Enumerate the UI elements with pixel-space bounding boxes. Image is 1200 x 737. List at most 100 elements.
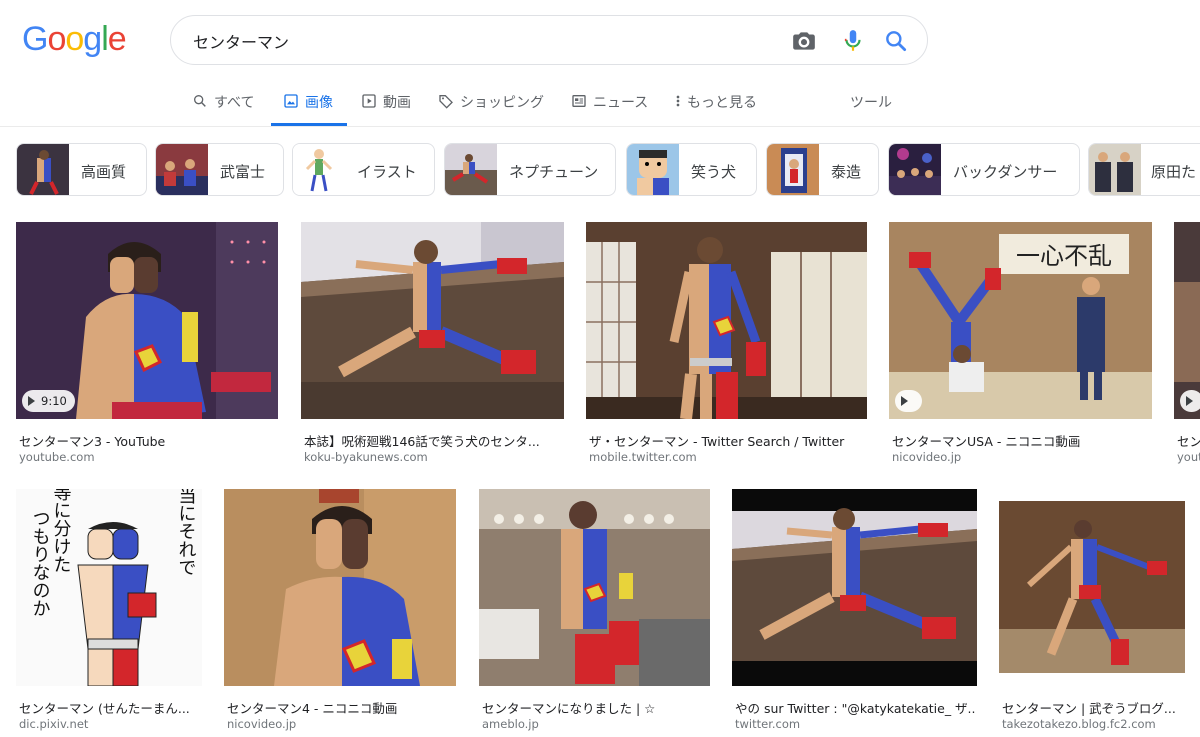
search-icon[interactable]	[883, 28, 909, 54]
logo-letter: g	[83, 20, 102, 58]
video-badge	[895, 390, 922, 412]
play-icon	[901, 396, 908, 406]
chip-thumbnail	[156, 144, 208, 195]
tab-label: もっと見る	[687, 95, 757, 111]
chip-takefuji[interactable]: 武富士	[155, 143, 284, 196]
logo-letter: G	[22, 20, 48, 58]
play-icon	[28, 396, 35, 406]
video-badge	[1180, 390, 1200, 412]
search-input[interactable]	[193, 27, 773, 55]
image-result[interactable]: センターマンになりました | ☆ ameblo.jp	[479, 489, 710, 733]
chip-label: ネプチューン	[509, 163, 599, 181]
result-thumbnail	[732, 489, 977, 686]
chip-thumbnail	[293, 144, 345, 195]
chip-back-dancer[interactable]: バックダンサー	[888, 143, 1080, 196]
logo-letter: o	[65, 20, 84, 58]
more-icon	[676, 95, 680, 107]
result-title[interactable]: ザ・センターマン - Twitter Search / Twitter	[589, 431, 867, 450]
chip-label: 武富士	[220, 163, 266, 181]
tools-button[interactable]: ツール	[850, 82, 892, 126]
result-title[interactable]: センターマン4 - ニコニコ動画	[227, 698, 455, 717]
tab-news[interactable]: ニュース	[571, 82, 648, 126]
result-thumbnail	[224, 489, 456, 686]
image-result[interactable]: センターマン | 武ぞうブログ... takezotakezo.blog.fc2…	[999, 489, 1185, 733]
video-duration-badge: 9:10	[22, 390, 75, 412]
search-box	[170, 15, 928, 65]
duration: 9:10	[41, 394, 67, 408]
illustration-caption-right: お前ら本当にそれで	[176, 489, 197, 576]
chip-label: 笑う犬	[691, 163, 737, 181]
result-title[interactable]: センターマンになりました | ☆	[482, 698, 710, 717]
logo-letter: o	[47, 20, 66, 58]
chip-waraou-inu[interactable]: 笑う犬	[626, 143, 757, 196]
result-title[interactable]: やの sur Twitter : "@katykatekatie_ ザ...	[735, 698, 976, 717]
result-thumbnail	[999, 489, 1185, 686]
result-title[interactable]: センターマン3 - YouTube	[19, 431, 277, 450]
result-source[interactable]: dic.pixiv.net	[19, 717, 201, 731]
result-thumbnail: 平等に分けた つもりなのか お前ら本当にそれで	[16, 489, 202, 686]
image-result[interactable]: センターマン4 - ニコニコ動画 nicovideo.jp	[224, 489, 456, 733]
result-title[interactable]: 本誌】呪術廻戦146話で笑う犬のセンタ...	[304, 431, 562, 450]
result-source[interactable]: nicovideo.jp	[227, 717, 455, 731]
result-title[interactable]: センターマンUSA - ニコニコ動画	[892, 431, 1152, 450]
image-result[interactable]: やの sur Twitter : "@katykatekatie_ ザ... t…	[732, 489, 977, 733]
result-source[interactable]: youtube	[1177, 450, 1200, 464]
chip-thumbnail	[627, 144, 679, 195]
image-result[interactable]: 本誌】呪術廻戦146話で笑う犬のセンタ... koku-byakunews.co…	[301, 222, 564, 466]
tab-label: 画像	[305, 95, 333, 111]
image-result[interactable]: 平等に分けた つもりなのか お前ら本当にそれで センターマン (せんたーまん..…	[16, 489, 202, 733]
tab-label: すべて	[214, 95, 255, 111]
result-thumbnail	[586, 222, 867, 419]
chip-illustration[interactable]: イラスト	[292, 143, 435, 196]
camera-icon[interactable]	[791, 28, 817, 54]
chip-label: 泰造	[831, 163, 862, 181]
result-title[interactable]: セン	[1177, 431, 1200, 450]
tab-label: ニュース	[593, 95, 649, 111]
result-thumbnail: 一心不乱	[889, 222, 1152, 419]
image-result[interactable]: セン youtube	[1174, 222, 1200, 466]
illustration-caption-left: 平等に分けた	[51, 489, 72, 573]
mic-icon[interactable]	[840, 28, 866, 54]
chip-high-quality[interactable]: 高画質	[16, 143, 147, 196]
related-search-chips: 高画質 武富士 イラスト ネプチューン 笑う犬 泰造 バックダンサー 原田た	[0, 143, 1200, 197]
tab-label: 動画	[383, 95, 411, 111]
chip-label: イラスト	[357, 163, 417, 181]
video-icon	[362, 94, 376, 108]
tab-label: ショッピング	[460, 95, 544, 111]
result-thumbnail	[301, 222, 564, 419]
image-result[interactable]: 9:10 センターマン3 - YouTube youtube.com	[16, 222, 278, 466]
result-title[interactable]: センターマン (せんたーまん...	[19, 698, 201, 717]
chip-thumbnail	[889, 144, 941, 195]
tab-more[interactable]: もっと見る	[675, 82, 757, 126]
image-result[interactable]: 一心不乱 センターマンUSA - ニコニコ動画 nicovideo.jp	[889, 222, 1152, 466]
news-icon	[572, 95, 586, 107]
result-source[interactable]: twitter.com	[735, 717, 976, 731]
tab-shopping[interactable]: ショッピング	[438, 82, 544, 126]
result-source[interactable]: ameblo.jp	[482, 717, 710, 731]
result-source[interactable]: mobile.twitter.com	[589, 450, 867, 464]
svg-text:一心不乱: 一心不乱	[1016, 242, 1112, 270]
result-source[interactable]: takezotakezo.blog.fc2.com	[1002, 717, 1185, 731]
result-source[interactable]: koku-byakunews.com	[304, 450, 562, 464]
result-title[interactable]: センターマン | 武ぞうブログ...	[1002, 698, 1185, 717]
chip-harada[interactable]: 原田た	[1088, 143, 1200, 196]
image-icon	[284, 94, 298, 108]
result-source[interactable]: youtube.com	[19, 450, 277, 464]
result-source[interactable]: nicovideo.jp	[892, 450, 1152, 464]
tab-videos[interactable]: 動画	[361, 82, 411, 126]
header: Google すべて 画像 動画 ショッピング	[0, 0, 1200, 127]
search-icon	[194, 95, 206, 107]
logo-letter: e	[107, 20, 127, 58]
tag-icon	[439, 95, 453, 109]
chip-label: 原田た	[1151, 163, 1197, 181]
google-logo[interactable]: Google	[22, 20, 127, 59]
tab-all[interactable]: すべて	[192, 82, 254, 126]
chip-label: 高画質	[81, 163, 127, 181]
chip-label: バックダンサー	[953, 163, 1058, 181]
image-result[interactable]: ザ・センターマン - Twitter Search / Twitter mobi…	[586, 222, 867, 466]
illustration-caption-middle: つもりなのか	[30, 509, 51, 617]
chip-taizo[interactable]: 泰造	[766, 143, 879, 196]
chip-neptune[interactable]: ネプチューン	[444, 143, 616, 196]
tab-images[interactable]: 画像	[271, 82, 347, 126]
chip-thumbnail	[1089, 144, 1141, 195]
